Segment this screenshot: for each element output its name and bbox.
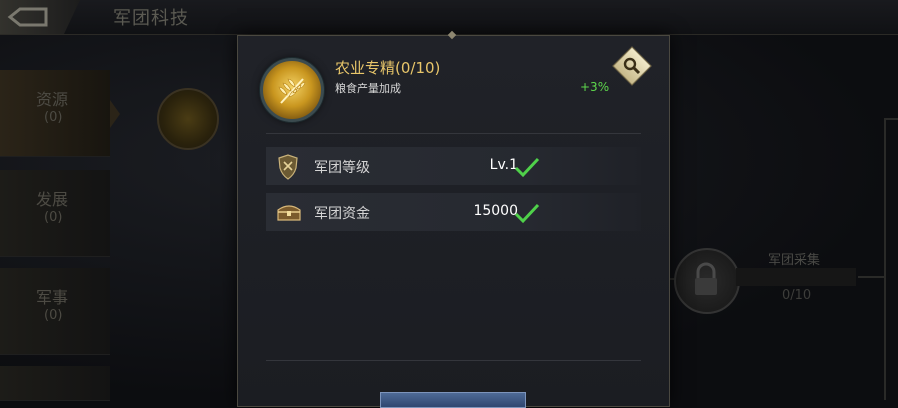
shield-icon	[278, 154, 298, 180]
check-icon	[514, 203, 540, 224]
tab-count: (0)	[44, 210, 63, 225]
node-progress: 0/10	[782, 288, 812, 303]
wheat-icon	[278, 78, 306, 104]
requirement-label: 军团资金	[314, 206, 370, 222]
lock-icon	[695, 262, 717, 295]
skill-node-gathering[interactable]	[674, 248, 740, 314]
tree-connector	[858, 276, 886, 278]
tab-development[interactable]: 发展 (0)	[0, 170, 110, 257]
requirement-row: 军团等级 Lv.1	[266, 147, 641, 185]
skill-description: 粮食产量加成	[335, 82, 401, 95]
requirement-label: 军团等级	[314, 160, 370, 176]
tab-label: 发展	[36, 190, 69, 209]
magnifier-icon	[623, 57, 641, 75]
node-progress-bar	[736, 268, 856, 286]
tab-more[interactable]	[0, 366, 110, 401]
detail-button[interactable]	[612, 46, 652, 86]
requirement-value: Lv.1	[489, 157, 518, 173]
back-arrow-icon	[7, 7, 48, 27]
requirement-value: 15000	[473, 203, 518, 219]
top-bar: 军团科技	[0, 0, 898, 35]
tree-connector	[884, 118, 886, 400]
tab-military[interactable]: 军事 (0)	[0, 268, 110, 355]
skill-node-agriculture[interactable]	[157, 88, 219, 150]
requirement-row: 军团资金 15000	[266, 193, 641, 231]
treasure-chest-icon	[277, 205, 301, 221]
tab-label: 资源	[36, 90, 69, 109]
divider	[266, 360, 641, 361]
node-name: 军团采集	[768, 253, 821, 268]
check-icon	[514, 157, 540, 178]
bonus-value: +3%	[580, 80, 610, 94]
back-button[interactable]	[0, 0, 80, 34]
tab-resources[interactable]: 资源 (0)	[0, 70, 110, 157]
skill-detail-popup: 农业专精(0/10) 粮食产量加成 +3% 军团等级 Lv.1 军团资金 150…	[237, 30, 670, 408]
tab-label: 军事	[36, 288, 69, 307]
tab-count: (0)	[44, 308, 63, 323]
tab-count: (0)	[44, 110, 63, 125]
divider	[266, 133, 641, 134]
page-title: 军团科技	[113, 8, 189, 29]
tree-connector	[884, 118, 898, 120]
skill-icon	[260, 58, 324, 122]
skill-name: 农业专精(0/10)	[335, 59, 441, 77]
active-tab-arrow	[110, 100, 120, 128]
upgrade-button[interactable]	[380, 392, 526, 408]
